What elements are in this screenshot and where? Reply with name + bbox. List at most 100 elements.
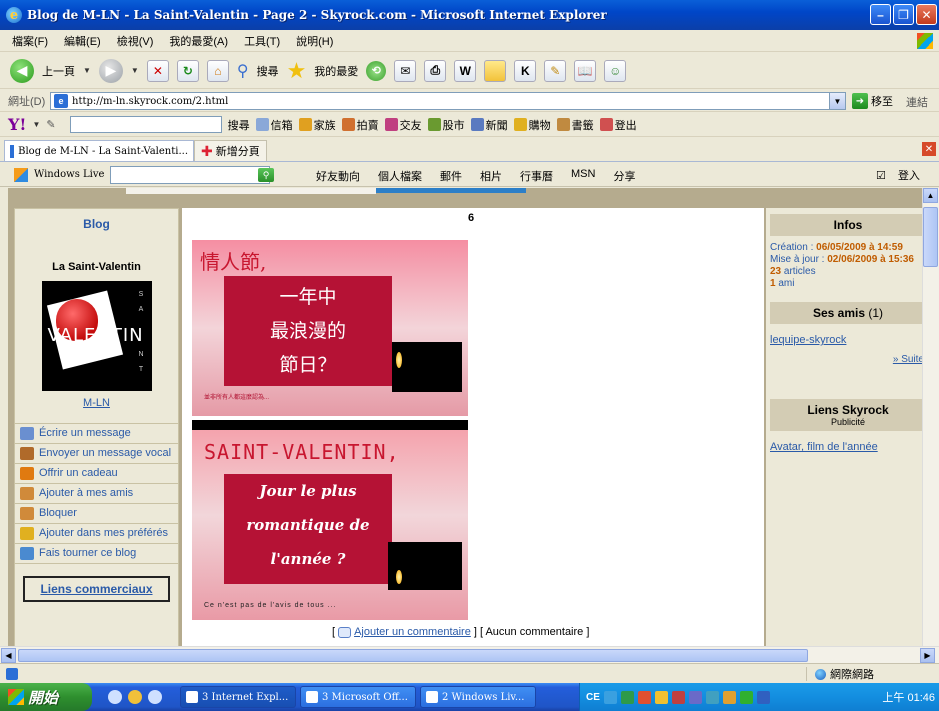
avatar[interactable]: VALENTIN SANT bbox=[41, 281, 152, 391]
minimize-button[interactable]: – bbox=[870, 4, 891, 25]
favorites-star-icon[interactable]: ★ bbox=[287, 59, 307, 82]
history-icon[interactable]: ⟲ bbox=[366, 60, 387, 81]
live-link-share[interactable]: 分享 bbox=[613, 168, 635, 184]
stop-icon[interactable]: ✕ bbox=[146, 59, 169, 82]
quick-launch-ie-icon[interactable] bbox=[108, 690, 122, 704]
quick-launch-folder-icon[interactable] bbox=[128, 690, 142, 704]
research-icon[interactable]: 📖 bbox=[574, 59, 597, 82]
forward-dropdown-icon[interactable]: ▼ bbox=[131, 66, 139, 75]
yahoo-item-news[interactable]: 新聞 bbox=[470, 117, 508, 133]
yahoo-search-input[interactable] bbox=[69, 116, 222, 133]
address-input[interactable]: e http://m-ln.skyrock.com/2.html ▼ bbox=[50, 92, 846, 110]
address-url[interactable]: http://m-ln.skyrock.com/2.html bbox=[72, 96, 228, 107]
tray-network-icon[interactable] bbox=[603, 690, 617, 704]
yahoo-item-groups[interactable]: 家族 bbox=[298, 117, 336, 133]
menu-add-favorites[interactable]: Ajouter dans mes préférés bbox=[15, 524, 178, 544]
yahoo-item-bookmarks[interactable]: 書籤 bbox=[556, 117, 594, 133]
yahoo-item-shopping[interactable]: 購物 bbox=[513, 117, 551, 133]
live-checkbox-icon[interactable]: ☑ bbox=[876, 169, 886, 182]
close-button[interactable]: ✕ bbox=[916, 4, 937, 25]
live-link-mail[interactable]: 郵件 bbox=[440, 168, 462, 184]
refresh-icon[interactable]: ↻ bbox=[176, 59, 199, 82]
maximize-button[interactable]: ❐ bbox=[893, 4, 914, 25]
menu-tools[interactable]: 工具(T) bbox=[244, 33, 280, 49]
scroll-up-icon[interactable]: ▲ bbox=[923, 188, 938, 203]
yahoo-logo-icon[interactable]: Y! bbox=[8, 115, 26, 134]
favorites-button[interactable]: 我的最愛 bbox=[314, 63, 358, 79]
quick-launch-media-icon[interactable] bbox=[148, 690, 162, 704]
menu-view[interactable]: 檢視(V) bbox=[117, 33, 154, 49]
pencil-icon[interactable]: ✎ bbox=[46, 118, 55, 131]
close-tab-icon[interactable]: ✕ bbox=[922, 142, 936, 156]
tray-antivirus-icon[interactable] bbox=[671, 690, 685, 704]
menu-edit[interactable]: 編輯(E) bbox=[64, 33, 101, 49]
scroll-thumb[interactable] bbox=[923, 207, 938, 267]
liens-commerciaux-link[interactable]: Liens commerciaux bbox=[23, 576, 170, 602]
task-internet-explorer[interactable]: 3 Internet Expl... bbox=[180, 686, 296, 708]
print-icon[interactable]: ⎙ bbox=[424, 59, 447, 82]
back-icon[interactable]: ◀ bbox=[10, 58, 34, 83]
menu-block[interactable]: Bloquer bbox=[15, 504, 178, 524]
yahoo-item-auction[interactable]: 拍賣 bbox=[341, 117, 379, 133]
messenger-icon[interactable]: K bbox=[514, 59, 537, 82]
yahoo-dropdown-icon[interactable]: ▼ bbox=[32, 120, 40, 129]
menu-favorites[interactable]: 我的最愛(A) bbox=[169, 33, 228, 49]
live-signin[interactable]: 登入 bbox=[898, 167, 920, 183]
live-link-msn[interactable]: MSN bbox=[571, 168, 595, 184]
forward-icon[interactable]: ▶ bbox=[98, 58, 123, 83]
friend-link[interactable]: lequipe-skyrock bbox=[766, 324, 930, 346]
home-icon[interactable]: ⌂ bbox=[206, 59, 229, 82]
go-label[interactable]: 移至 bbox=[871, 93, 893, 109]
menu-share-blog[interactable]: Fais tourner ce blog bbox=[15, 544, 178, 564]
live-link-calendar[interactable]: 行事曆 bbox=[520, 168, 553, 184]
menu-file[interactable]: 檔案(F) bbox=[12, 33, 48, 49]
tray-app-icon[interactable] bbox=[637, 690, 651, 704]
back-button[interactable]: 上一頁 bbox=[42, 63, 75, 79]
horizontal-scrollbar[interactable]: ◀ ▶ bbox=[0, 646, 939, 663]
yahoo-item-dating[interactable]: 交友 bbox=[384, 117, 422, 133]
menu-gift[interactable]: Offrir un cadeau bbox=[15, 464, 178, 484]
tray-volume-icon[interactable] bbox=[705, 690, 719, 704]
search-icon[interactable]: ⚲ bbox=[237, 61, 249, 81]
note-icon[interactable] bbox=[484, 59, 507, 82]
add-comment-link[interactable]: Ajouter un commentaire bbox=[354, 626, 471, 638]
go-arrow-icon[interactable]: ➜ bbox=[852, 93, 868, 109]
scroll-left-icon[interactable]: ◀ bbox=[1, 648, 16, 663]
edit-icon[interactable]: W bbox=[454, 59, 477, 82]
live-link-friends[interactable]: 好友動向 bbox=[316, 168, 360, 184]
live-search-icon[interactable]: ⚲ bbox=[258, 168, 274, 182]
yahoo-item-logout[interactable]: 登出 bbox=[599, 117, 637, 133]
liens-skyrock-link[interactable]: Avatar, film de l'année bbox=[766, 431, 930, 453]
links-label[interactable]: 連結 bbox=[906, 94, 928, 110]
new-tab-button[interactable]: ✚ 新增分頁 bbox=[194, 140, 267, 161]
mail-icon[interactable]: ✉ bbox=[394, 59, 417, 82]
tray-shield-icon[interactable] bbox=[654, 690, 668, 704]
scroll-right-icon[interactable]: ▶ bbox=[920, 648, 935, 663]
yahoo-search-button[interactable]: 搜尋 bbox=[228, 117, 250, 133]
tray-sync-icon[interactable] bbox=[739, 690, 753, 704]
menu-help[interactable]: 說明(H) bbox=[296, 33, 333, 49]
start-button[interactable]: 開始 bbox=[0, 683, 92, 711]
search-button[interactable]: 搜尋 bbox=[257, 63, 279, 79]
tray-messenger-icon[interactable] bbox=[688, 690, 702, 704]
yahoo-item-mail[interactable]: 信箱 bbox=[255, 117, 293, 133]
vertical-scrollbar[interactable]: ▲ bbox=[922, 188, 939, 646]
task-windows-live[interactable]: 2 Windows Liv... bbox=[420, 686, 536, 708]
tray-update-icon[interactable] bbox=[722, 690, 736, 704]
tray-display-icon[interactable] bbox=[756, 690, 770, 704]
author-link[interactable]: M-LN bbox=[15, 397, 178, 409]
pen-icon[interactable]: ✎ bbox=[544, 59, 567, 82]
tab-active[interactable]: Blog de M-LN - La Saint-Valenti... bbox=[4, 140, 194, 161]
go-button[interactable]: ➜ 移至 bbox=[852, 93, 893, 109]
people-icon[interactable]: ☺ bbox=[604, 59, 627, 82]
menu-add-friend[interactable]: Ajouter à mes amis bbox=[15, 484, 178, 504]
yahoo-item-stocks[interactable]: 股市 bbox=[427, 117, 465, 133]
menu-write-message[interactable]: Écrire un message bbox=[15, 424, 178, 444]
horizontal-scroll-thumb[interactable] bbox=[18, 649, 808, 662]
live-search-input[interactable] bbox=[110, 166, 270, 184]
tray-security-icon[interactable] bbox=[620, 690, 634, 704]
back-dropdown-icon[interactable]: ▼ bbox=[83, 66, 91, 75]
address-dropdown-icon[interactable]: ▼ bbox=[829, 93, 845, 109]
live-link-profile[interactable]: 個人檔案 bbox=[378, 168, 422, 184]
language-indicator[interactable]: CE bbox=[586, 692, 600, 703]
